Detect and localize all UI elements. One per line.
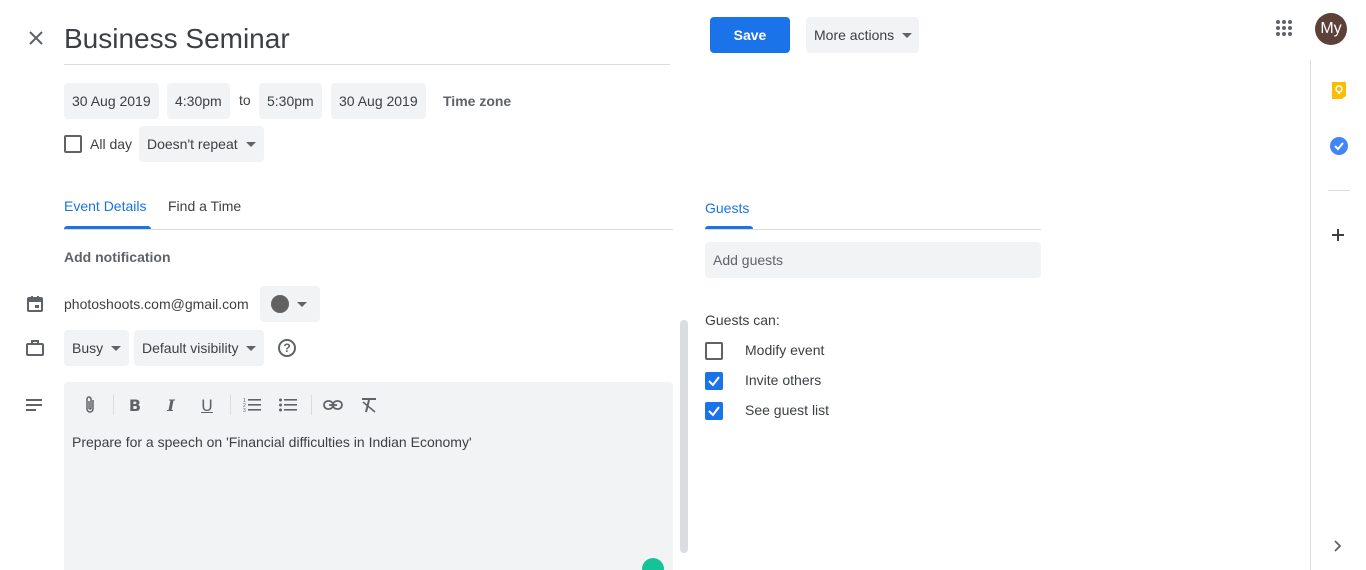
start-time-label: 4:30pm [175,93,222,109]
close-icon[interactable] [26,28,46,48]
chevron-down-icon [246,345,257,351]
see-guest-list-label: See guest list [745,402,830,418]
visibility-dropdown[interactable]: Default visibility [134,330,265,366]
italic-icon[interactable]: I [160,394,182,416]
repeat-dropdown[interactable]: Doesn't repeat [139,126,264,162]
start-date-button[interactable]: 30 Aug 2019 [64,83,159,119]
chevron-down-icon [297,301,307,307]
all-day-checkbox[interactable] [64,135,82,153]
chevron-right-icon[interactable] [1333,539,1343,552]
more-actions-button[interactable]: More actions [806,17,919,53]
end-date-button[interactable]: 30 Aug 2019 [331,83,426,119]
attachment-icon[interactable] [79,394,101,416]
briefcase-icon [25,339,45,357]
to-label: to [239,92,251,108]
link-icon[interactable] [322,394,344,416]
calendar-email: photoshoots.com@gmail.com [64,296,249,312]
numbered-list-icon[interactable]: 123 [241,394,263,416]
visibility-label: Default visibility [142,340,239,356]
plus-icon[interactable] [1331,228,1345,242]
underline-icon[interactable]: U [196,394,218,416]
busy-dropdown[interactable]: Busy [64,330,130,366]
modify-event-checkbox[interactable] [705,342,723,360]
chevron-down-icon [111,345,122,351]
add-notification-button[interactable]: Add notification [64,249,171,265]
add-guests-input[interactable]: Add guests [705,242,1041,278]
tabs-divider [64,229,673,230]
tab-find-a-time[interactable]: Find a Time [168,198,241,230]
busy-label: Busy [72,340,104,356]
guests-divider [705,229,1041,230]
end-time-label: 5:30pm [267,93,314,109]
add-guests-placeholder: Add guests [713,252,784,268]
more-actions-label: More actions [814,27,895,43]
save-button-label: Save [733,27,767,43]
guests-can-label: Guests can: [705,312,780,328]
save-button[interactable]: Save [710,17,790,53]
check-icon [708,406,720,417]
apps-grid-icon[interactable] [1275,19,1293,37]
chevron-down-icon [245,141,256,147]
tab-find-a-time-label: Find a Time [168,198,242,214]
event-title-input[interactable]: Business Seminar [64,18,670,65]
invite-others-label: Invite others [745,372,822,388]
description-icon [26,398,42,411]
repeat-label: Doesn't repeat [147,136,238,152]
end-time-button[interactable]: 5:30pm [259,83,322,119]
chevron-down-icon [902,32,913,38]
start-time-button[interactable]: 4:30pm [167,83,230,119]
description-text: Prepare for a speech on 'Financial diffi… [72,434,472,450]
check-icon [708,376,720,387]
avatar[interactable]: My [1315,13,1347,45]
toolbar-separator [113,395,114,415]
calendar-color-dropdown[interactable] [260,286,320,322]
modify-event-label: Modify event [745,342,825,358]
keep-icon[interactable] [1330,81,1348,99]
scrollbar-thumb[interactable] [680,320,688,553]
guests-tab[interactable]: Guests [705,200,749,216]
avatar-initials: My [1320,20,1342,37]
toolbar-separator [230,395,231,415]
invite-others-checkbox[interactable] [705,372,723,390]
bulleted-list-icon[interactable] [277,394,299,416]
all-day-label: All day [90,136,133,152]
svg-text:3: 3 [243,408,246,413]
tasks-icon[interactable] [1329,136,1349,156]
toolbar-separator [311,395,312,415]
bold-icon[interactable]: B [124,394,146,416]
end-date-label: 30 Aug 2019 [339,93,418,109]
calendar-color-swatch [271,295,289,313]
timezone-button[interactable]: Time zone [443,93,511,109]
start-date-label: 30 Aug 2019 [72,93,151,109]
side-panel-divider [1328,190,1350,191]
calendar-icon [26,295,44,313]
help-icon[interactable]: ? [278,339,296,357]
event-title: Business Seminar [64,23,290,54]
tab-event-details-label: Event Details [64,198,147,214]
clear-formatting-icon[interactable] [358,394,380,416]
see-guest-list-checkbox[interactable] [705,402,723,420]
